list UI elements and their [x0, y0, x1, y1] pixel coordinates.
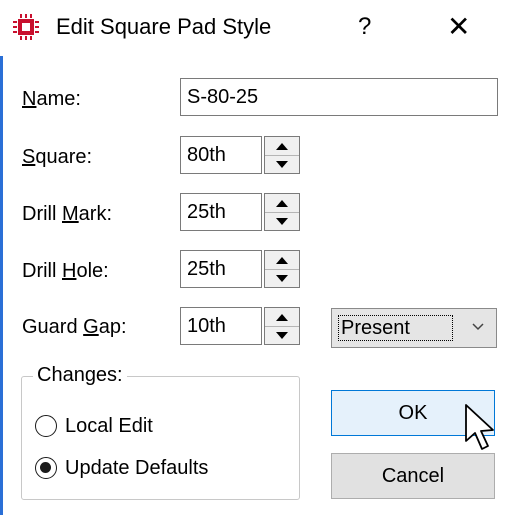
- drill-mark-stepper[interactable]: [264, 193, 300, 231]
- guard-gap-label: Guard Gap:: [22, 314, 127, 340]
- update-defaults-label: Update Defaults: [65, 457, 209, 479]
- radio-checked-icon: [35, 457, 57, 479]
- guard-gap-stepper-down[interactable]: [265, 326, 299, 344]
- cancel-button[interactable]: Cancel: [331, 453, 495, 499]
- drill-mark-label-suffix: ark:: [78, 203, 113, 225]
- square-field[interactable]: 80th: [180, 136, 262, 174]
- drill-mark-label-prefix: Drill: [22, 203, 62, 225]
- chevron-down-icon: [472, 323, 484, 331]
- name-field[interactable]: S-80-25: [180, 78, 498, 116]
- guard-gap-stepper[interactable]: [264, 307, 300, 345]
- help-button[interactable]: ?: [358, 13, 371, 41]
- guard-gap-mode-select[interactable]: Present: [331, 308, 497, 348]
- drill-hole-stepper-down[interactable]: [265, 269, 299, 287]
- window-title: Edit Square Pad Style: [56, 14, 272, 39]
- mouse-pointer-icon: [465, 404, 494, 450]
- arrow-up-icon: [276, 313, 288, 321]
- drill-hole-label-mnemonic: H: [62, 260, 77, 282]
- title-bar[interactable]: Edit Square Pad Style ? ✕: [0, 0, 514, 56]
- drill-hole-label-prefix: Drill: [22, 260, 62, 282]
- drill-mark-label-mnemonic: M: [62, 203, 79, 225]
- arrow-up-icon: [276, 256, 288, 264]
- guard-gap-label-mnemonic: G: [83, 316, 99, 338]
- square-stepper-down[interactable]: [265, 155, 299, 173]
- square-stepper-up[interactable]: [265, 137, 299, 156]
- edit-square-pad-style-dialog: Edit Square Pad Style ? ✕ Name: S-80-25 …: [0, 0, 514, 515]
- drill-hole-stepper-up[interactable]: [265, 251, 299, 270]
- drill-hole-field[interactable]: 25th: [180, 250, 262, 288]
- window-edge: [0, 0, 3, 515]
- guard-gap-mode-value: Present: [338, 315, 453, 341]
- arrow-down-icon: [276, 217, 288, 225]
- drill-hole-stepper[interactable]: [264, 250, 300, 288]
- drill-mark-stepper-up[interactable]: [265, 194, 299, 213]
- arrow-down-icon: [276, 331, 288, 339]
- local-edit-label: Local Edit: [65, 415, 153, 437]
- close-button[interactable]: ✕: [447, 13, 470, 41]
- drill-hole-label-suffix: ole:: [76, 260, 109, 282]
- guard-gap-label-suffix: ap:: [98, 316, 127, 338]
- changes-group-title: Changes:: [33, 362, 127, 388]
- square-label-mnemonic: S: [22, 146, 36, 168]
- square-label-suffix: quare:: [35, 146, 93, 168]
- arrow-down-icon: [276, 274, 288, 282]
- drill-mark-field[interactable]: 25th: [180, 193, 262, 231]
- drill-hole-label: Drill Hole:: [22, 258, 109, 284]
- radio-unchecked-icon: [35, 415, 57, 437]
- guard-gap-stepper-up[interactable]: [265, 308, 299, 327]
- name-label-suffix: ame:: [36, 88, 81, 110]
- name-label-mnemonic: N: [22, 88, 37, 110]
- changes-group: [21, 376, 300, 500]
- arrow-up-icon: [276, 199, 288, 207]
- guard-gap-label-prefix: Guard: [22, 316, 84, 338]
- square-label: Square:: [22, 144, 92, 170]
- square-stepper[interactable]: [264, 136, 300, 174]
- chip-icon: [13, 14, 39, 40]
- guard-gap-field[interactable]: 10th: [180, 307, 262, 345]
- arrow-up-icon: [276, 142, 288, 150]
- drill-mark-stepper-down[interactable]: [265, 212, 299, 230]
- radio-dot: [40, 462, 51, 473]
- arrow-down-icon: [276, 160, 288, 168]
- name-label: Name:: [22, 86, 81, 112]
- drill-mark-label: Drill Mark:: [22, 201, 112, 227]
